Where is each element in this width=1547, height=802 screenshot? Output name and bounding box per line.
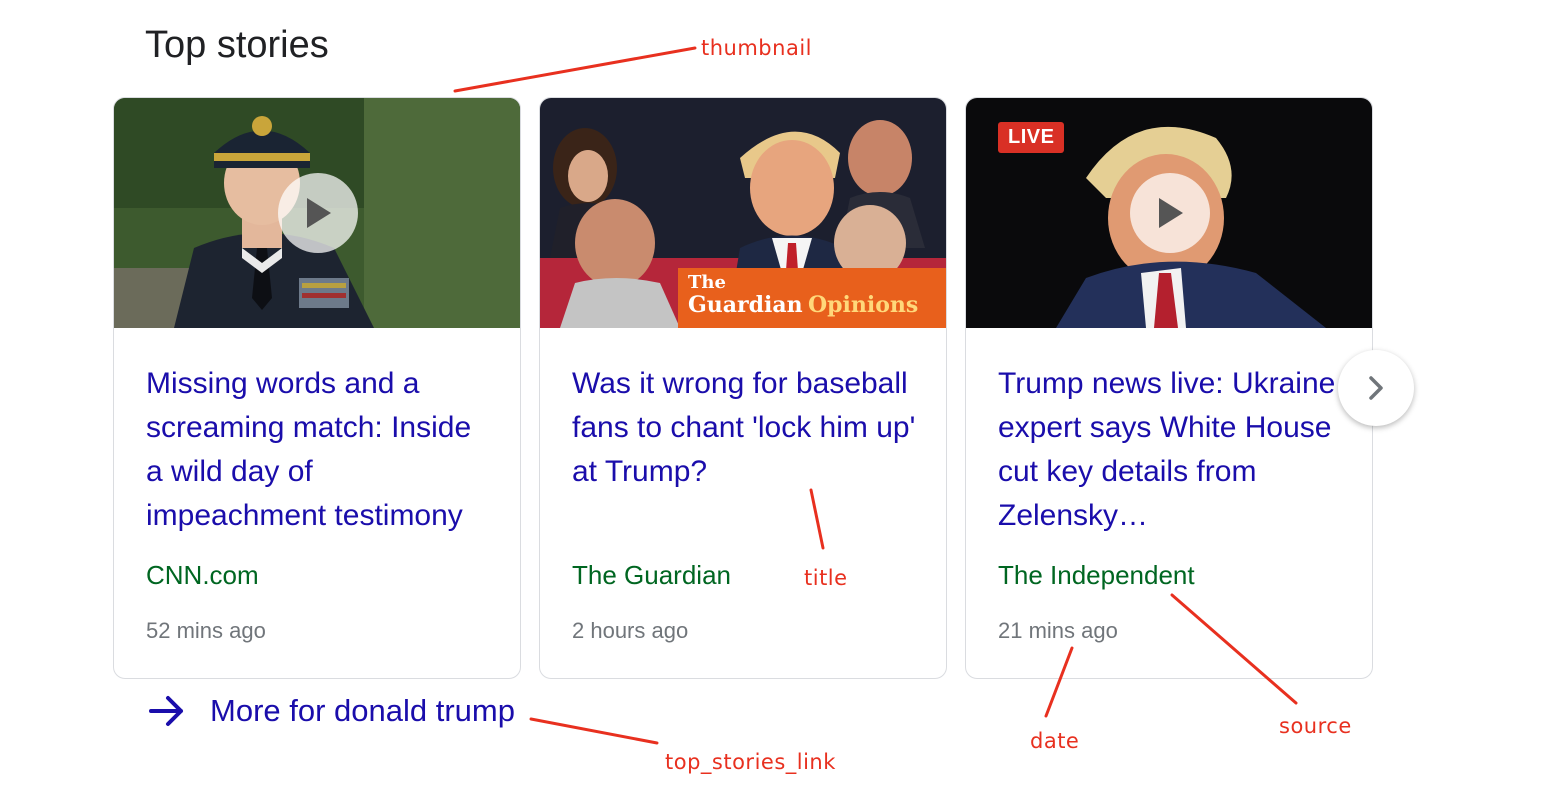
story-card[interactable]: LIVE Trump news live: Ukraine expert say… bbox=[965, 97, 1373, 679]
story-source: The Independent bbox=[998, 560, 1195, 590]
story-source: CNN.com bbox=[146, 560, 259, 590]
story-source: The Guardian bbox=[572, 560, 731, 590]
live-badge: LIVE bbox=[998, 122, 1065, 153]
story-thumbnail[interactable]: The Guardian Opinions bbox=[540, 98, 946, 328]
story-time: 21 mins ago bbox=[998, 618, 1118, 643]
svg-text:Opinions: Opinions bbox=[808, 292, 918, 318]
story-title[interactable]: Trump news live: Ukraine expert says Whi… bbox=[998, 362, 1348, 538]
story-card[interactable]: Missing words and a screaming match: Ins… bbox=[113, 97, 521, 679]
annotation-thumbnail: thumbnail bbox=[701, 36, 812, 60]
svg-text:Guardian: Guardian bbox=[688, 292, 803, 318]
story-time: 2 hours ago bbox=[572, 618, 689, 643]
svg-text:The: The bbox=[688, 272, 726, 293]
more-stories-label[interactable]: More for donald trump bbox=[210, 693, 515, 729]
annotation-top-stories-link: top_stories_link bbox=[665, 750, 836, 774]
story-thumbnail[interactable]: LIVE bbox=[966, 98, 1372, 328]
play-icon[interactable] bbox=[278, 173, 358, 253]
annotation-title: title bbox=[804, 566, 848, 590]
play-icon[interactable] bbox=[1130, 173, 1210, 253]
annotation-source: source bbox=[1279, 714, 1352, 738]
arrow-right-icon bbox=[149, 696, 183, 726]
carousel-next-button[interactable] bbox=[1338, 350, 1414, 426]
annotation-line-thumbnail bbox=[453, 46, 697, 93]
annotation-line-top-stories-link bbox=[529, 717, 659, 745]
annotation-date: date bbox=[1030, 729, 1080, 753]
story-card[interactable]: The Guardian Opinions Was it wrong for b… bbox=[539, 97, 947, 679]
more-stories-link[interactable]: More for donald trump bbox=[148, 693, 515, 729]
story-time: 52 mins ago bbox=[146, 618, 266, 643]
story-title[interactable]: Missing words and a screaming match: Ins… bbox=[146, 362, 496, 538]
chevron-right-icon bbox=[1369, 376, 1383, 400]
section-heading: Top stories bbox=[145, 24, 329, 66]
story-thumbnail[interactable] bbox=[114, 98, 520, 328]
story-title[interactable]: Was it wrong for baseball fans to chant … bbox=[572, 362, 922, 494]
